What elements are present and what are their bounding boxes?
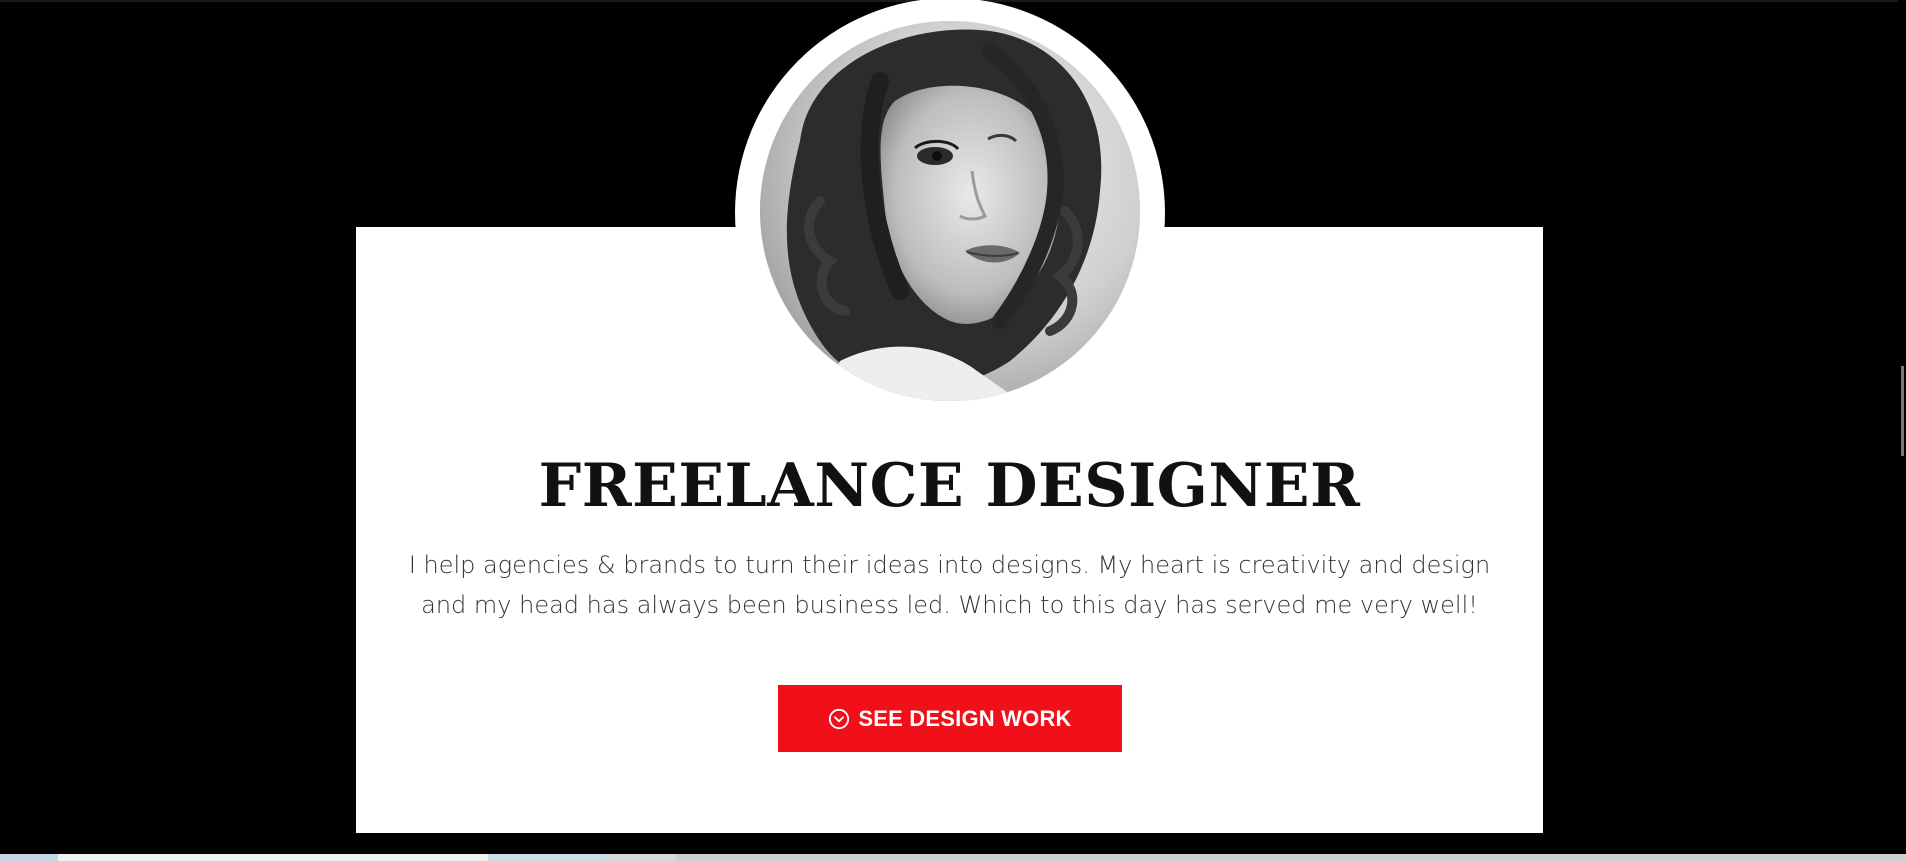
intro-description: I help agencies & brands to turn their i… [408,551,1491,619]
avatar [760,21,1140,401]
taskbar-segment [58,854,488,861]
taskbar-segment [490,854,610,861]
chevron-circle-down-icon [828,708,850,730]
avatar-image [760,21,1140,401]
taskbar-segment [676,854,1906,861]
see-design-work-button[interactable]: SEE DESIGN WORK [778,685,1122,752]
cta-label: SEE DESIGN WORK [858,705,1072,731]
taskbar-segment [0,854,58,861]
hero-section: FREELANCE DESIGNER I help agencies & bra… [0,0,1906,858]
taskbar-strip [0,854,1906,861]
scrollbar-thumb[interactable] [1901,366,1904,456]
vertical-scrollbar[interactable] [1898,0,1906,858]
page-title: FREELANCE DESIGNER [538,451,1361,521]
